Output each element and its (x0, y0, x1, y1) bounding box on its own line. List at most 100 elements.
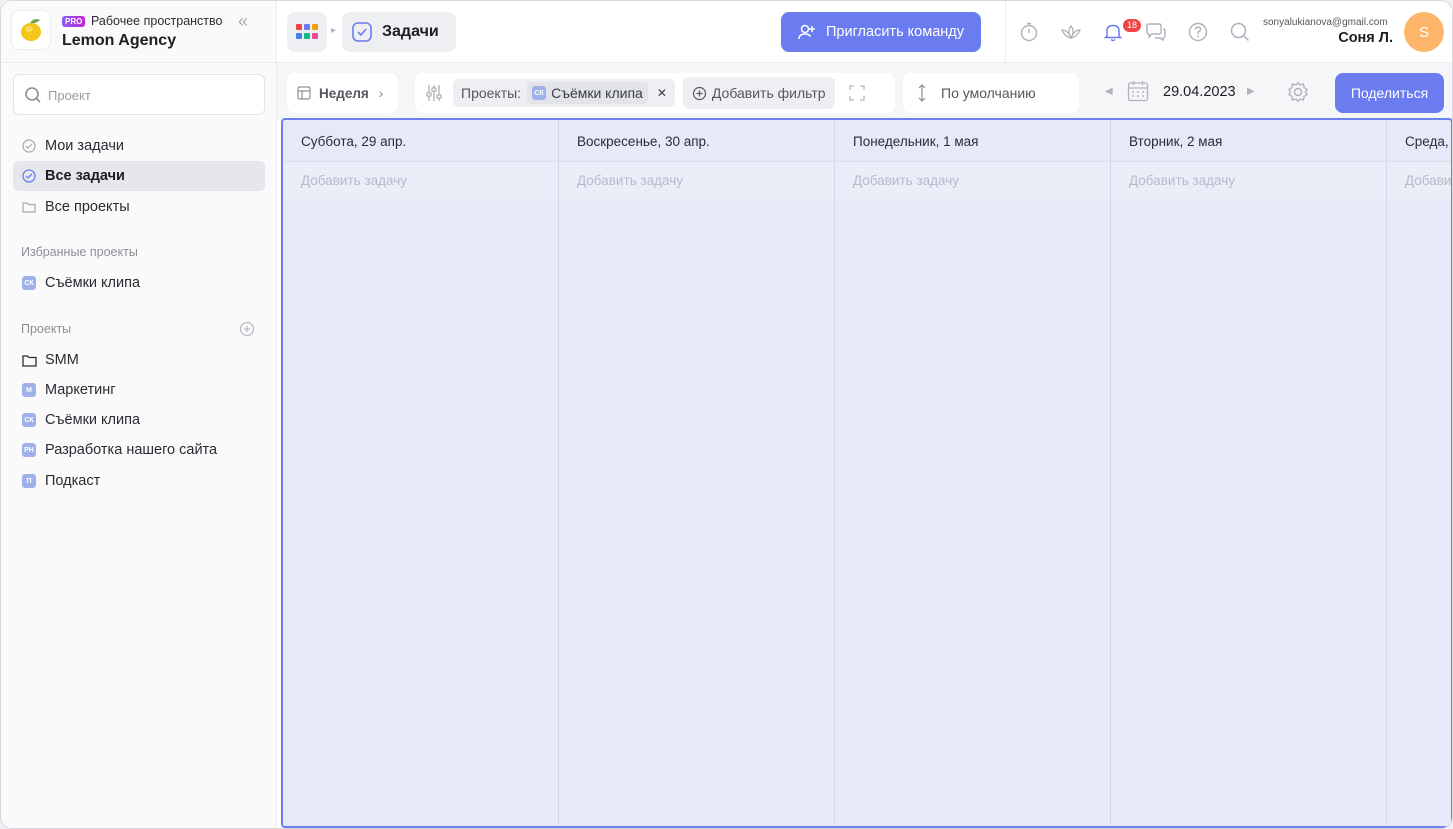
project-badge: П (22, 474, 36, 488)
add-project-icon[interactable] (239, 321, 255, 337)
gear-icon[interactable] (1287, 81, 1309, 103)
project-label: SMM (45, 352, 79, 368)
week-board: Суббота, 29 апр. Добавить задачу Воскрес… (281, 118, 1452, 828)
filter-bar: Проекты: СК Съёмки клипа ✕ Добавить филь… (415, 73, 895, 113)
nav-my-tasks[interactable]: Мои задачи (13, 131, 265, 161)
add-filter-label: Добавить фильтр (711, 85, 826, 101)
user-name[interactable]: Соня Л. (1338, 30, 1393, 46)
search-icon[interactable] (1229, 21, 1251, 43)
table-view-icon (297, 86, 311, 100)
nav-label: Все проекты (45, 199, 130, 215)
breadcrumb[interactable]: Задачи (342, 12, 456, 52)
board-toolbar: Неделя › Проекты: СК Съёмки клипа ✕ Доба… (277, 63, 1452, 119)
project-badge: СК (22, 276, 36, 290)
add-task-button[interactable]: Добавить задачу (559, 162, 834, 200)
close-icon[interactable]: ✕ (657, 86, 667, 100)
check-circle-icon (21, 168, 37, 184)
folder-icon (21, 199, 37, 215)
project-label: Разработка нашего сайта (45, 442, 218, 458)
day-column: Среда, 3 мая Добавить задачу (1387, 120, 1451, 826)
project-badge: СК (22, 413, 36, 427)
day-column-title: Воскресенье, 30 апр. (559, 120, 834, 162)
next-week-icon[interactable]: ▶ (1247, 86, 1255, 97)
day-column: Понедельник, 1 мая Добавить задачу (835, 120, 1111, 826)
sidebar: PRO Рабочее пространство Lemon Agency « … (1, 1, 277, 828)
day-column: Суббота, 29 апр. Добавить задачу (283, 120, 559, 826)
apps-grid-button[interactable] (287, 12, 327, 52)
project-badge: М (22, 383, 36, 397)
project-item-podcast[interactable]: П Подкаст (13, 466, 265, 496)
filter-value: Съёмки клипа (551, 85, 643, 101)
day-column-title: Понедельник, 1 мая (835, 120, 1110, 162)
project-label: Съёмки клипа (45, 275, 141, 291)
workspace-switcher[interactable]: PRO Рабочее пространство Lemon Agency (11, 10, 271, 54)
day-column-title: Вторник, 2 мая (1111, 120, 1386, 162)
add-task-button[interactable]: Добавить задачу (1111, 162, 1386, 200)
chevron-right-icon: ▸ (331, 25, 337, 36)
sort-label: По умолчанию (941, 85, 1036, 101)
favorites-title: Избранные проекты (21, 245, 138, 259)
add-task-button[interactable]: Добавить задачу (835, 162, 1110, 200)
lotus-icon[interactable] (1060, 21, 1082, 43)
collapse-sidebar-icon[interactable]: « (233, 11, 253, 31)
project-item-smm[interactable]: SMM (13, 345, 265, 375)
project-item-clip[interactable]: СК Съёмки клипа (13, 405, 265, 435)
divider (1, 62, 277, 63)
current-date[interactable]: 29.04.2023 (1163, 84, 1236, 100)
notification-badge: 18 (1123, 19, 1142, 32)
share-button[interactable]: Поделиться (1335, 73, 1444, 113)
nav-label: Мои задачи (45, 138, 125, 154)
bell-icon[interactable] (1102, 21, 1124, 43)
add-filter-button[interactable]: Добавить фильтр (682, 77, 835, 109)
project-item-marketing[interactable]: М Маркетинг (13, 375, 265, 405)
nav-all-projects[interactable]: Все проекты (13, 192, 265, 222)
top-header: ▸ Задачи Пригласить команду 18 sonyaluki… (277, 1, 1452, 63)
view-switcher[interactable]: Неделя › (287, 73, 398, 113)
project-label: Маркетинг (45, 382, 116, 398)
sort-dropdown[interactable]: По умолчанию (903, 73, 1079, 113)
invite-label: Пригласить команду (826, 24, 964, 40)
nav-all-tasks[interactable]: Все задачи (13, 161, 265, 191)
page-title: Задачи (382, 23, 439, 40)
project-filter-chip[interactable]: Проекты: СК Съёмки клипа ✕ (453, 79, 675, 107)
day-column-title: Среда, 3 мая (1387, 120, 1451, 162)
add-task-button[interactable]: Добавить задачу (283, 162, 558, 200)
calendar-icon[interactable] (1127, 80, 1149, 102)
lemon-logo-icon (11, 10, 51, 50)
projects-title: Проекты (21, 322, 72, 336)
chat-icon[interactable] (1145, 21, 1167, 43)
nav-label: Все задачи (45, 168, 125, 184)
workspace-subtitle: Рабочее пространство (91, 14, 223, 28)
project-badge: РН (22, 443, 36, 457)
tasks-check-icon (352, 22, 372, 42)
favorite-project-item[interactable]: СК Съёмки клипа (13, 268, 265, 298)
project-item-site[interactable]: РН Разработка нашего сайта (13, 435, 265, 465)
filter-prefix: Проекты: (461, 85, 522, 101)
project-badge: СК (532, 86, 547, 100)
project-label: Съёмки клипа (45, 412, 141, 428)
project-label: Подкаст (45, 473, 101, 489)
add-user-icon (798, 24, 815, 40)
day-column: Воскресенье, 30 апр. Добавить задачу (559, 120, 835, 826)
prev-week-icon[interactable]: ◀ (1105, 86, 1113, 97)
expand-icon[interactable] (848, 85, 865, 101)
search-icon (25, 87, 41, 103)
day-column: Вторник, 2 мая Добавить задачу (1111, 120, 1387, 826)
chevron-right-icon: › (378, 85, 384, 101)
project-search (13, 74, 265, 115)
search-input[interactable] (48, 85, 248, 105)
user-email: sonyalukianova@gmail.com (1263, 17, 1388, 28)
folder-icon (21, 352, 37, 368)
divider (1005, 1, 1006, 63)
invite-team-button[interactable]: Пригласить команду (781, 12, 981, 52)
app-window: PRO Рабочее пространство Lemon Agency « … (0, 0, 1453, 829)
check-circle-icon (21, 138, 37, 154)
plus-circle-icon (692, 86, 706, 100)
apps-grid-icon (296, 24, 318, 39)
timer-icon[interactable] (1018, 21, 1040, 43)
help-icon[interactable] (1187, 21, 1209, 43)
filter-sliders-icon[interactable] (425, 84, 443, 102)
add-task-button[interactable]: Добавить задачу (1387, 162, 1451, 200)
pro-badge: PRO (62, 16, 86, 27)
avatar[interactable]: S (1404, 12, 1444, 52)
